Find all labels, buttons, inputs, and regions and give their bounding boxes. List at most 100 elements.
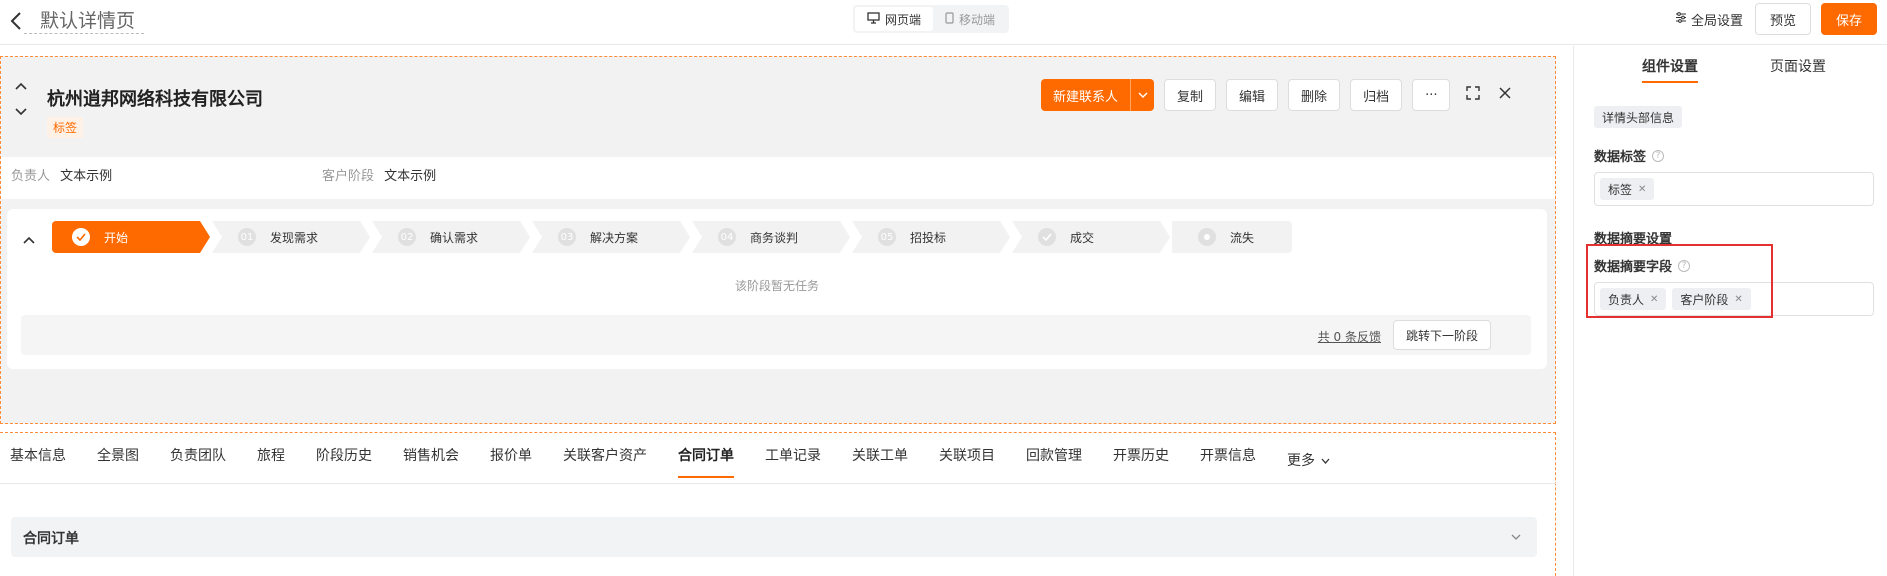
save-button[interactable]: 保存 — [1821, 3, 1877, 35]
check-circle-icon — [72, 228, 90, 246]
close-icon[interactable] — [1498, 86, 1512, 104]
tab-invoice-history[interactable]: 开票历史 — [1113, 445, 1169, 475]
edit-button[interactable]: 编辑 — [1226, 79, 1279, 111]
design-canvas: 杭州逍邦网络科技有限公司 标签 新建联系人 复制 编辑 删除 归档 ··· 负责… — [0, 46, 1572, 576]
company-name: 杭州逍邦网络科技有限公司 — [47, 89, 263, 110]
new-contact-button[interactable]: 新建联系人 — [1041, 79, 1155, 111]
feedback-link[interactable]: 共 0 条反馈 — [1318, 328, 1381, 345]
back-icon[interactable] — [6, 10, 26, 32]
stage-number: 02 — [398, 228, 416, 246]
meta-row-bg — [1, 157, 1555, 199]
chevron-up-icon[interactable] — [23, 233, 35, 248]
stage-steps: 开始 01 发现需求 02 确认需求 03 解决方案 04 商务谈判 05 招投… — [52, 221, 1294, 253]
stage-step-lost[interactable]: 流失 — [1172, 221, 1292, 253]
stage-step-4[interactable]: 04 商务谈判 — [692, 221, 850, 253]
stage-step-1[interactable]: 01 发现需求 — [212, 221, 370, 253]
device-switch: 网页端 移动端 — [853, 5, 1010, 33]
header-actions: 新建联系人 复制 编辑 删除 归档 ··· — [1041, 79, 1512, 111]
stage-step-5[interactable]: 05 招投标 — [852, 221, 1010, 253]
stage-label: 成交 — [1070, 230, 1095, 245]
delete-button[interactable]: 删除 — [1288, 79, 1341, 111]
chevron-down-icon — [1321, 452, 1330, 468]
tab-contracts[interactable]: 合同订单 — [678, 445, 734, 478]
stage-label: 发现需求 — [270, 230, 319, 245]
tab-opportunities[interactable]: 销售机会 — [403, 445, 459, 475]
stage-label: 招投标 — [910, 230, 947, 245]
tab-related-projects[interactable]: 关联项目 — [939, 445, 995, 475]
contracts-section[interactable]: 合同订单 — [11, 517, 1537, 557]
more-button[interactable]: ··· — [1412, 79, 1451, 111]
tab-web[interactable]: 网页端 — [855, 7, 934, 31]
meta-stage: 客户阶段 文本示例 — [322, 165, 436, 184]
stage-card: 开始 01 发现需求 02 确认需求 03 解决方案 04 商务谈判 05 招投… — [7, 209, 1547, 369]
stage-step-won[interactable]: 成交 — [1012, 221, 1170, 253]
data-tag-select[interactable]: 标签 ✕ — [1594, 172, 1874, 206]
new-contact-label: 新建联系人 — [1053, 89, 1119, 105]
tab-invoice-info[interactable]: 开票信息 — [1200, 445, 1256, 475]
tab-more[interactable]: 更多 — [1287, 445, 1330, 475]
tabs-divider — [0, 483, 1556, 484]
tab-mobile-label: 移动端 — [959, 12, 996, 27]
chevron-down-icon[interactable] — [15, 105, 27, 120]
stage-label: 商务谈判 — [750, 230, 799, 245]
stage-label: 确认需求 — [430, 230, 479, 245]
fullscreen-icon[interactable] — [1466, 86, 1481, 104]
stage-step-2[interactable]: 02 确认需求 — [372, 221, 530, 253]
tab-related-tickets[interactable]: 关联工单 — [852, 445, 908, 475]
tag-chip: 标签 ✕ — [1600, 178, 1655, 200]
tab-basic-info[interactable]: 基本信息 — [10, 445, 66, 475]
tab-ticket-records[interactable]: 工单记录 — [765, 445, 821, 475]
top-bar: 默认详情页 网页端 移动端 全局设置 预览 保存 — [0, 0, 1887, 45]
tab-component-settings[interactable]: 组件设置 — [1642, 56, 1698, 83]
copy-button[interactable]: 复制 — [1164, 79, 1217, 111]
chevron-down-icon[interactable] — [1130, 79, 1154, 111]
status-badge: 标签 — [47, 117, 84, 138]
meta-owner-key: 负责人 — [11, 169, 51, 184]
tab-journey[interactable]: 旅程 — [257, 445, 285, 475]
check-circle-icon — [1038, 228, 1056, 246]
tab-web-label: 网页端 — [885, 12, 922, 27]
sliders-icon — [1675, 11, 1687, 27]
detail-header-component[interactable]: 杭州逍邦网络科技有限公司 标签 新建联系人 复制 编辑 删除 归档 ··· 负责… — [0, 56, 1556, 424]
tabs-component[interactable]: 基本信息 全景图 负责团队 旅程 阶段历史 销售机会 报价单 关联客户资产 合同… — [0, 432, 1556, 576]
global-settings-button[interactable]: 全局设置 — [1675, 10, 1743, 29]
feedback-bar: 共 0 条反馈 跳转下一阶段 — [21, 315, 1531, 355]
empty-task-text: 该阶段暂无任务 — [734, 279, 819, 293]
data-tag-title-label: 数据标签 — [1594, 150, 1647, 165]
stage-step-3[interactable]: 03 解决方案 — [532, 221, 690, 253]
stage-step-start[interactable]: 开始 — [52, 221, 210, 253]
tab-assets[interactable]: 关联客户资产 — [563, 445, 647, 475]
tab-page-settings[interactable]: 页面设置 — [1770, 56, 1826, 76]
archive-button[interactable]: 归档 — [1350, 79, 1403, 111]
tab-payments[interactable]: 回款管理 — [1026, 445, 1082, 475]
tab-overview[interactable]: 全景图 — [97, 445, 139, 475]
chevron-up-icon[interactable] — [15, 79, 27, 94]
section-title: 合同订单 — [23, 531, 79, 547]
chevron-down-icon[interactable] — [1511, 529, 1521, 544]
stage-number: 04 — [718, 228, 736, 246]
meta-owner-value: 文本示例 — [60, 169, 113, 184]
tab-quotes[interactable]: 报价单 — [490, 445, 532, 475]
meta-owner: 负责人 文本示例 — [11, 165, 112, 184]
radio-dot-icon — [1198, 228, 1216, 246]
page-title[interactable]: 默认详情页 — [24, 4, 144, 34]
top-right-actions: 全局设置 预览 保存 — [1675, 0, 1887, 38]
help-icon[interactable]: ? — [1652, 149, 1665, 162]
tab-stage-history[interactable]: 阶段历史 — [316, 445, 372, 475]
meta-stage-key: 客户阶段 — [322, 169, 375, 184]
tab-team[interactable]: 负责团队 — [170, 445, 226, 475]
tab-mobile[interactable]: 移动端 — [933, 7, 1007, 31]
mobile-icon — [945, 11, 954, 27]
close-icon[interactable]: ✕ — [1638, 184, 1646, 195]
stage-label: 流失 — [1230, 230, 1255, 245]
component-chip: 详情头部信息 — [1594, 106, 1683, 128]
stage-number: 03 — [558, 228, 576, 246]
stage-number: 01 — [238, 228, 256, 246]
stage-label: 开始 — [104, 230, 129, 245]
meta-stage-value: 文本示例 — [384, 169, 437, 184]
highlight-box — [1586, 244, 1773, 318]
stage-number: 05 — [878, 228, 896, 246]
tab-more-label: 更多 — [1287, 453, 1315, 469]
next-stage-button[interactable]: 跳转下一阶段 — [1392, 320, 1491, 350]
preview-button[interactable]: 预览 — [1755, 3, 1811, 35]
